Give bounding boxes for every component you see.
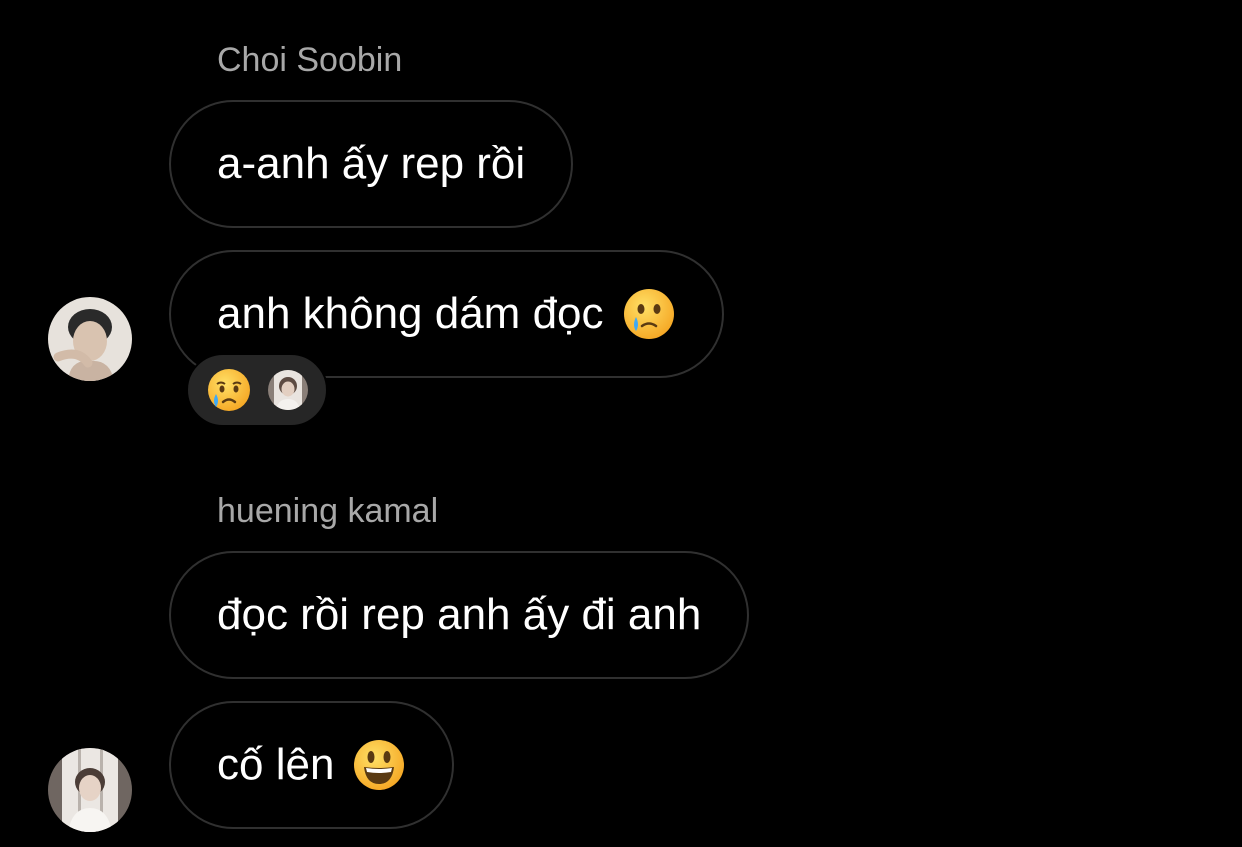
grinning-face-icon [354, 740, 405, 790]
reactor-avatar [268, 370, 308, 410]
sender-name: huening kamal [217, 492, 439, 530]
message-text: cố lên [217, 740, 335, 789]
message-text: a-anh ấy rep rồi [217, 139, 526, 188]
message-bubble[interactable]: cố lên [169, 701, 455, 829]
message-bubble[interactable]: đọc rồi rep anh ấy đi anh [169, 551, 750, 679]
message-bubble[interactable]: a-anh ấy rep rồi [169, 100, 574, 228]
face-holding-back-tears-icon [623, 289, 674, 339]
message-text: anh không dám đọc [217, 289, 604, 338]
reaction-pill[interactable] [186, 353, 328, 427]
sender-avatar[interactable] [48, 297, 132, 381]
crying-face-icon [208, 369, 250, 411]
sender-name: Choi Soobin [217, 41, 403, 79]
sender-avatar[interactable] [48, 748, 132, 832]
message-text: đọc rồi rep anh ấy đi anh [217, 590, 702, 639]
